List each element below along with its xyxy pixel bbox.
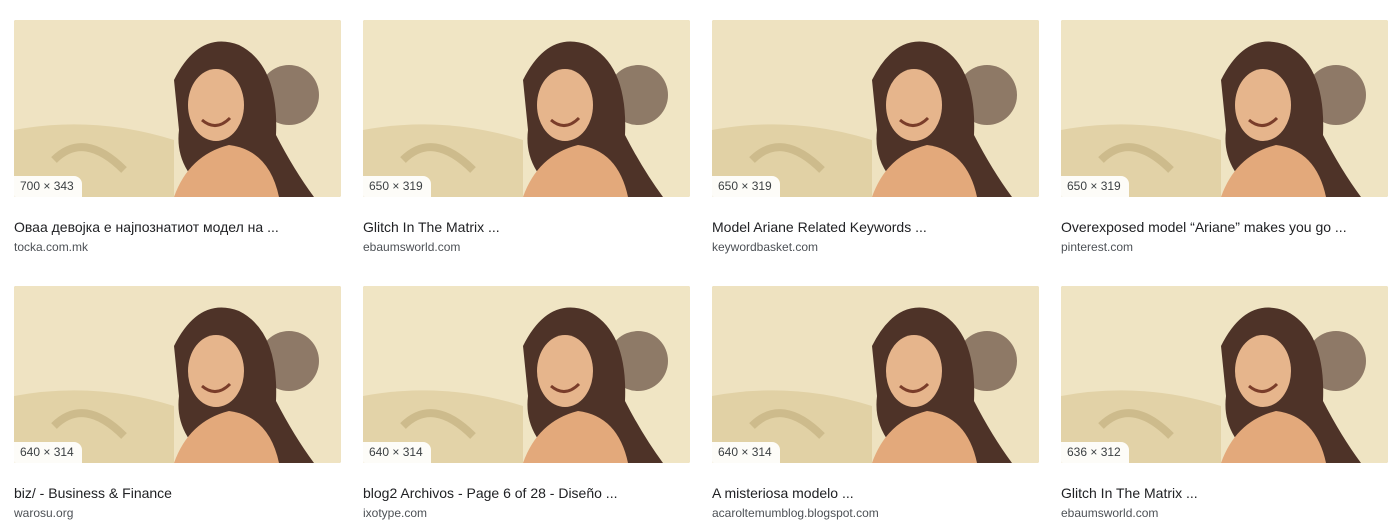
result-card[interactable]: 650 × 319 Glitch In The Matrix ... ebaum… (363, 20, 690, 255)
image-dimensions: 640 × 314 (363, 442, 431, 463)
result-title[interactable]: biz/ - Business & Finance (14, 484, 341, 502)
result-card[interactable]: 650 × 319 Model Ariane Related Keywords … (712, 20, 1039, 255)
result-title[interactable]: Glitch In The Matrix ... (1061, 484, 1388, 502)
result-thumbnail[interactable]: 640 × 314 (14, 286, 341, 463)
image-dimensions: 650 × 319 (1061, 176, 1129, 197)
result-card[interactable]: 640 × 314 blog2 Archivos - Page 6 of 28 … (363, 286, 690, 521)
photo-woman-smiling (14, 20, 341, 197)
result-thumbnail[interactable]: 640 × 314 (712, 286, 1039, 463)
result-source[interactable]: pinterest.com (1061, 239, 1388, 255)
result-thumbnail[interactable]: 650 × 319 (1061, 20, 1388, 197)
image-dimensions: 650 × 319 (712, 176, 780, 197)
image-results-grid: 700 × 343 Оваа девојка е најпознатиот мо… (0, 0, 1400, 528)
result-card[interactable]: 640 × 314 A misteriosa modelo ... acarol… (712, 286, 1039, 521)
result-thumbnail[interactable]: 640 × 314 (363, 286, 690, 463)
result-source[interactable]: ixotype.com (363, 505, 690, 521)
photo-woman-smiling (14, 286, 341, 463)
image-dimensions: 640 × 314 (14, 442, 82, 463)
image-dimensions: 650 × 319 (363, 176, 431, 197)
result-title[interactable]: A misteriosa modelo ... (712, 484, 1039, 502)
result-card[interactable]: 700 × 343 Оваа девојка е најпознатиот мо… (14, 20, 341, 255)
result-thumbnail[interactable]: 650 × 319 (712, 20, 1039, 197)
result-card[interactable]: 636 × 312 Glitch In The Matrix ... ebaum… (1061, 286, 1388, 521)
result-title[interactable]: blog2 Archivos - Page 6 of 28 - Diseño .… (363, 484, 690, 502)
photo-woman-smiling (1061, 286, 1388, 463)
result-source[interactable]: tocka.com.mk (14, 239, 341, 255)
result-source[interactable]: ebaumsworld.com (1061, 505, 1388, 521)
photo-woman-smiling (363, 286, 690, 463)
photo-woman-smiling (363, 20, 690, 197)
photo-woman-smiling (712, 20, 1039, 197)
photo-woman-smiling (1061, 20, 1388, 197)
photo-woman-smiling (712, 286, 1039, 463)
result-card[interactable]: 640 × 314 biz/ - Business & Finance waro… (14, 286, 341, 521)
result-source[interactable]: acaroltemumblog.blogspot.com (712, 505, 1039, 521)
result-source[interactable]: warosu.org (14, 505, 341, 521)
image-dimensions: 636 × 312 (1061, 442, 1129, 463)
result-thumbnail[interactable]: 700 × 343 (14, 20, 341, 197)
image-dimensions: 640 × 314 (712, 442, 780, 463)
result-thumbnail[interactable]: 650 × 319 (363, 20, 690, 197)
result-title[interactable]: Оваа девојка е најпознатиот модел на ... (14, 218, 341, 236)
result-title[interactable]: Model Ariane Related Keywords ... (712, 218, 1039, 236)
image-dimensions: 700 × 343 (14, 176, 82, 197)
result-source[interactable]: ebaumsworld.com (363, 239, 690, 255)
result-source[interactable]: keywordbasket.com (712, 239, 1039, 255)
result-card[interactable]: 650 × 319 Overexposed model “Ariane” mak… (1061, 20, 1388, 255)
result-title[interactable]: Overexposed model “Ariane” makes you go … (1061, 218, 1388, 236)
result-title[interactable]: Glitch In The Matrix ... (363, 218, 690, 236)
result-thumbnail[interactable]: 636 × 312 (1061, 286, 1388, 463)
